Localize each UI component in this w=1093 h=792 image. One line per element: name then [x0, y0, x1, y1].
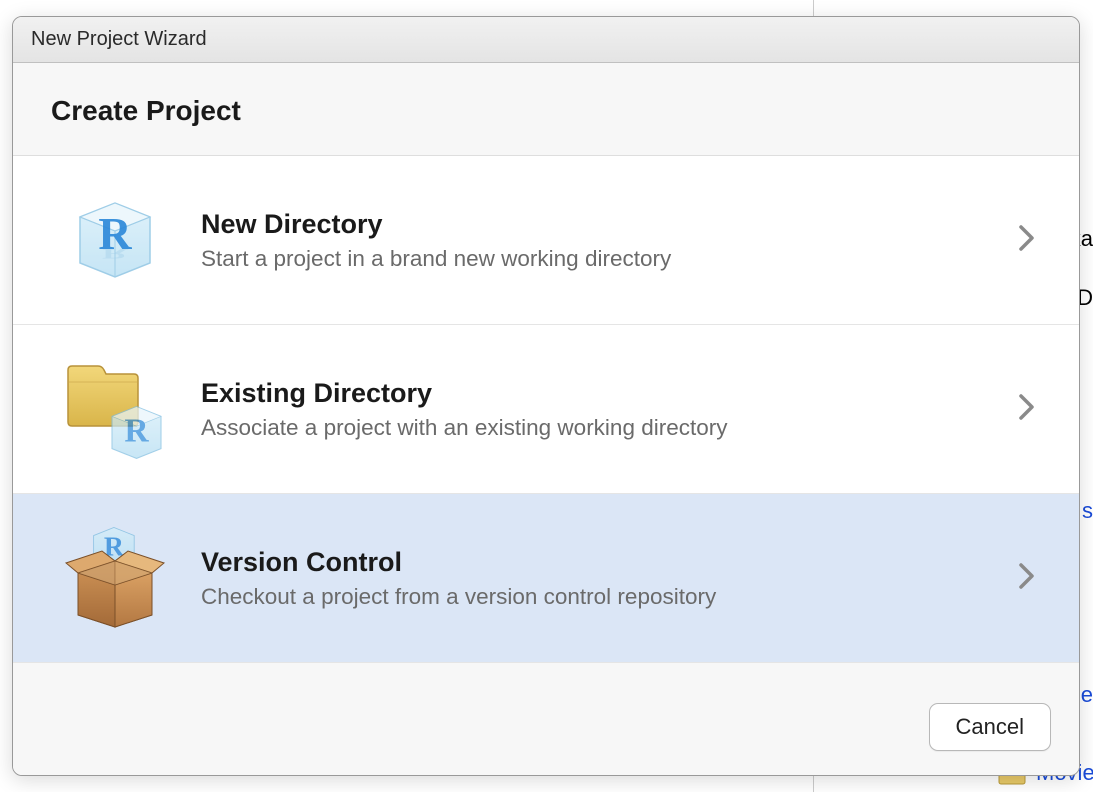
- svg-text:R: R: [102, 246, 130, 262]
- option-text: Version Control Checkout a project from …: [181, 547, 1003, 610]
- svg-text:R: R: [124, 413, 149, 450]
- dialog-spacer: [13, 663, 1079, 685]
- bg-link-fragment: s: [1082, 498, 1093, 524]
- option-title: Version Control: [201, 547, 1003, 578]
- dialog-footer: Cancel: [13, 685, 1079, 775]
- option-text: Existing Directory Associate a project w…: [181, 378, 1003, 441]
- dialog-title: New Project Wizard: [31, 28, 207, 50]
- option-title: New Directory: [201, 209, 1003, 240]
- option-list: R R New Directory Start a project in a b…: [13, 156, 1079, 663]
- chevron-right-icon: [1003, 225, 1051, 256]
- option-version-control[interactable]: R Version Control Checkout a project fro…: [13, 494, 1079, 663]
- dialog-titlebar: New Project Wizard: [13, 17, 1079, 63]
- chevron-right-icon: [1003, 394, 1051, 425]
- new-project-wizard-dialog: New Project Wizard Create Project: [12, 16, 1080, 776]
- option-title: Existing Directory: [201, 378, 1003, 409]
- option-new-directory[interactable]: R R New Directory Start a project in a b…: [13, 156, 1079, 325]
- new-directory-icon: R R: [49, 180, 181, 300]
- option-existing-directory[interactable]: R Existing Directory Associate a project…: [13, 325, 1079, 494]
- chevron-right-icon: [1003, 563, 1051, 594]
- bg-link-fragment: e: [1081, 682, 1093, 708]
- version-control-icon: R: [49, 518, 181, 638]
- existing-directory-icon: R: [49, 349, 181, 469]
- option-description: Checkout a project from a version contro…: [201, 584, 1003, 610]
- dialog-header: Create Project: [13, 63, 1079, 156]
- option-description: Associate a project with an existing wor…: [201, 415, 1003, 441]
- option-description: Start a project in a brand new working d…: [201, 246, 1003, 272]
- option-text: New Directory Start a project in a brand…: [181, 209, 1003, 272]
- page-heading: Create Project: [51, 95, 1041, 127]
- cancel-button[interactable]: Cancel: [929, 703, 1051, 751]
